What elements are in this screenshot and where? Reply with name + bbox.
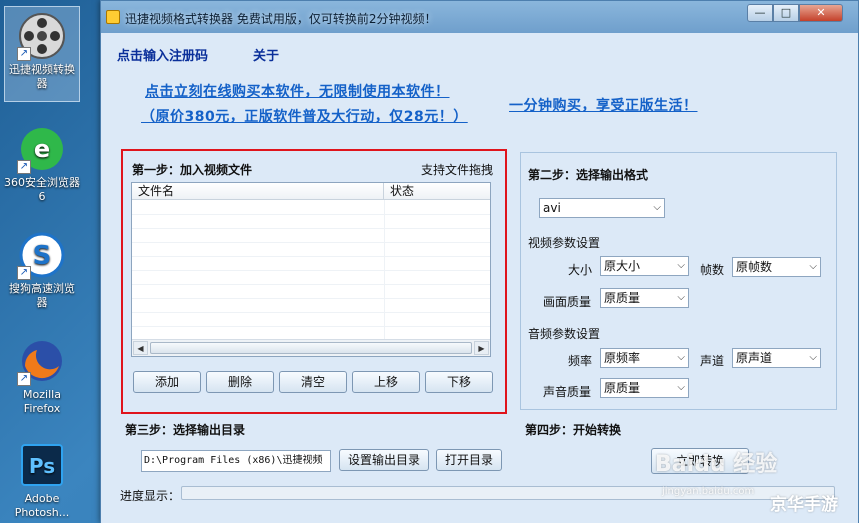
audio-quality-value: 原质量 <box>604 381 641 395</box>
desktop-icon-label: Adobe Photosh... <box>14 492 70 519</box>
delete-button[interactable]: 删除 <box>206 371 274 393</box>
size-select[interactable]: 原大小 ⌵ <box>600 256 689 276</box>
chevron-down-icon: ⌵ <box>677 382 685 393</box>
desktop-icon-label: 搜狗高速浏览器 <box>9 282 75 309</box>
fps-select[interactable]: 原帧数 ⌵ <box>732 257 821 277</box>
chevron-down-icon: ⌵ <box>809 261 817 272</box>
shortcut-arrow-icon: ↗ <box>17 372 31 386</box>
audio-quality-label: 声音质量 <box>543 385 592 399</box>
move-down-button[interactable]: 下移 <box>425 371 493 393</box>
price-promo-link[interactable]: （原价380元，正版软件普及大行动，仅28元！） <box>141 106 468 126</box>
format-value: avi <box>543 201 561 215</box>
size-value: 原大小 <box>604 259 641 273</box>
site-watermark: 京华手游 <box>770 495 838 515</box>
video-quality-value: 原质量 <box>604 291 641 305</box>
scroll-thumb[interactable] <box>150 342 472 354</box>
window-title: 迅捷视频格式转换器 免费试用版，仅可转换前2分钟视频！ <box>125 12 437 26</box>
set-output-dir-button[interactable]: 设置输出目录 <box>339 449 429 471</box>
app-icon <box>106 10 120 24</box>
column-header-status[interactable]: 状态 <box>384 183 490 200</box>
film-reel-icon: ↗ <box>17 11 67 61</box>
open-directory-button[interactable]: 打开目录 <box>436 449 502 471</box>
maximize-button[interactable]: □ <box>773 4 799 22</box>
close-button[interactable]: ✕ <box>799 4 843 22</box>
scroll-left-icon[interactable]: ◀ <box>133 341 148 355</box>
chevron-down-icon: ⌵ <box>653 202 661 213</box>
audio-quality-select[interactable]: 原质量 ⌵ <box>600 378 689 398</box>
baidu-watermark: Baidu 经验 <box>655 452 778 477</box>
progress-label: 进度显示： <box>120 489 181 503</box>
add-button[interactable]: 添加 <box>133 371 201 393</box>
360-browser-icon: e ↗ <box>17 124 67 174</box>
minimize-button[interactable]: — <box>747 4 773 22</box>
buy-now-link[interactable]: 一分钟购买，享受正版生活！ <box>509 95 698 115</box>
desktop-icon-firefox[interactable]: ↗ Mozilla Firefox <box>4 332 80 416</box>
photoshop-icon: Ps <box>17 440 67 490</box>
format-select[interactable]: avi ⌵ <box>539 198 665 218</box>
shortcut-arrow-icon: ↗ <box>17 266 31 280</box>
desktop-icon-label: 360安全浏览器6 <box>4 176 80 203</box>
audio-settings-label: 音频参数设置 <box>528 327 601 341</box>
title-bar[interactable]: 迅捷视频格式转换器 免费试用版，仅可转换前2分钟视频！ — □ ✕ <box>101 1 858 33</box>
chevron-down-icon: ⌵ <box>677 352 685 363</box>
desktop-icon-video-converter[interactable]: ↗ 迅捷视频转换器 <box>4 6 80 102</box>
video-settings-label: 视频参数设置 <box>528 236 601 250</box>
output-directory-field[interactable]: D:\Program Files (x86)\迅捷视频 <box>141 450 331 472</box>
sogou-browser-icon: S ↗ <box>17 230 67 280</box>
shortcut-arrow-icon: ↗ <box>17 47 31 61</box>
desktop-icon-sogou-browser[interactable]: S ↗ 搜狗高速浏览器 <box>4 226 80 310</box>
svg-text:S: S <box>33 241 52 271</box>
about-link[interactable]: 关于 <box>253 45 279 64</box>
frequency-label: 频率 <box>568 354 593 368</box>
step1-title: 第一步：加入视频文件 <box>132 163 253 177</box>
chevron-down-icon: ⌵ <box>677 292 685 303</box>
drag-hint: 支持文件拖拽 <box>420 163 493 177</box>
step3-title: 第三步：选择输出目录 <box>125 423 246 437</box>
channel-value: 原声道 <box>736 351 773 365</box>
clear-button[interactable]: 清空 <box>279 371 347 393</box>
step4-title: 第四步：开始转换 <box>525 423 622 437</box>
file-list-table[interactable]: 文件名 状态 ◀ ▶ <box>131 182 491 357</box>
svg-text:Ps: Ps <box>29 454 55 478</box>
firefox-icon: ↗ <box>17 336 67 386</box>
scroll-right-icon[interactable]: ▶ <box>474 341 489 355</box>
desktop-icon-360-browser[interactable]: e ↗ 360安全浏览器6 <box>4 120 80 204</box>
desktop-icon-photoshop[interactable]: Ps Adobe Photosh... <box>4 436 80 520</box>
fps-value: 原帧数 <box>736 260 773 274</box>
move-up-button[interactable]: 上移 <box>352 371 420 393</box>
chevron-down-icon: ⌵ <box>677 260 685 271</box>
channel-select[interactable]: 原声道 ⌵ <box>732 348 821 368</box>
step2-title: 第二步：选择输出格式 <box>528 168 649 182</box>
channel-label: 声道 <box>700 354 725 368</box>
video-quality-select[interactable]: 原质量 ⌵ <box>600 288 689 308</box>
video-quality-label: 画面质量 <box>543 295 592 309</box>
buy-online-link[interactable]: 点击立刻在线购买本软件，无限制使用本软件！ <box>145 81 450 101</box>
shortcut-arrow-icon: ↗ <box>17 160 31 174</box>
frequency-select[interactable]: 原频率 ⌵ <box>600 348 689 368</box>
baidu-url-watermark: jingyan.baidu.com <box>662 486 755 497</box>
fps-label: 帧数 <box>700 263 725 277</box>
svg-text:e: e <box>34 135 50 163</box>
chevron-down-icon: ⌵ <box>809 352 817 363</box>
size-label: 大小 <box>568 263 593 277</box>
horizontal-scrollbar[interactable]: ◀ ▶ <box>132 339 490 356</box>
step1-panel: 第一步：加入视频文件 支持文件拖拽 文件名 状态 ◀ ▶ 添加 删除 清空 上移… <box>121 149 507 414</box>
desktop-icon-label: Mozilla Firefox <box>23 388 61 415</box>
register-code-link[interactable]: 点击输入注册码 <box>117 45 208 64</box>
step2-panel: 第二步：选择输出格式 avi ⌵ 视频参数设置 大小 原大小 ⌵ 帧数 原帧数 … <box>520 152 837 410</box>
column-header-filename[interactable]: 文件名 <box>132 183 384 200</box>
desktop-icon-label: 迅捷视频转换器 <box>9 63 75 90</box>
app-window: 迅捷视频格式转换器 免费试用版，仅可转换前2分钟视频！ — □ ✕ 点击输入注册… <box>100 0 859 523</box>
frequency-value: 原频率 <box>604 351 641 365</box>
